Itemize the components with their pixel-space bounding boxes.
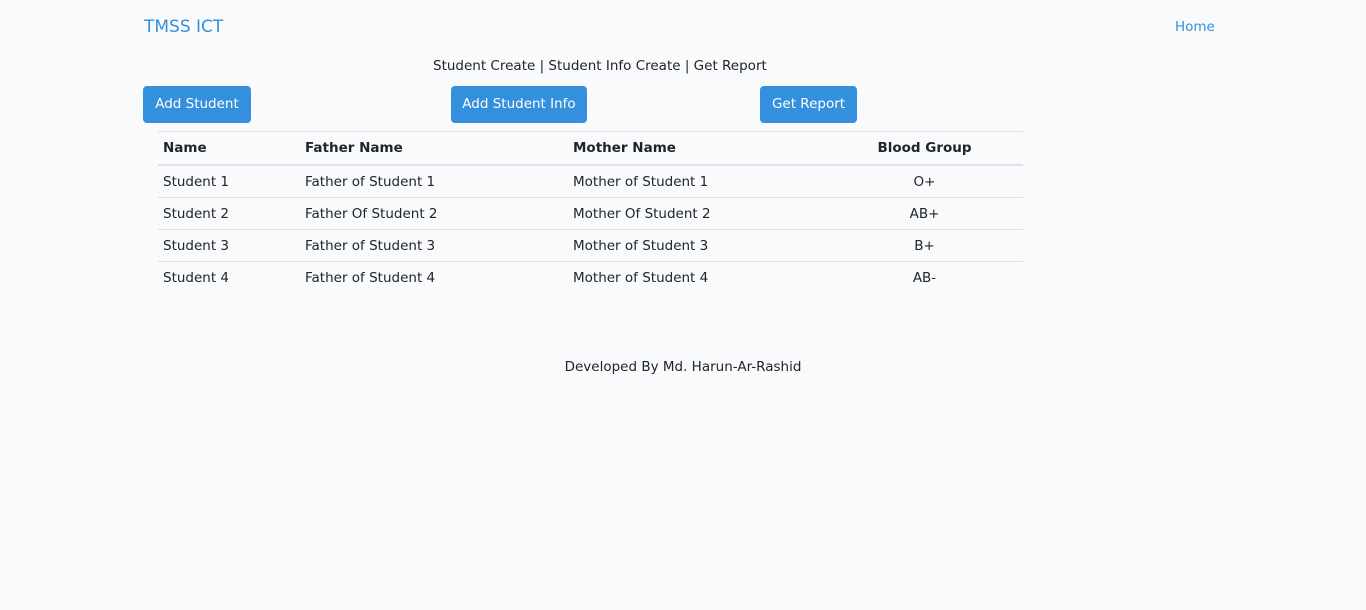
cell-name: Student 4 bbox=[158, 261, 300, 293]
brand-link[interactable]: TMSS ICT bbox=[144, 17, 223, 37]
home-link[interactable]: Home bbox=[1175, 19, 1215, 35]
add-student-button[interactable]: Add Student bbox=[143, 86, 251, 123]
header-mother-name: Mother Name bbox=[568, 131, 826, 166]
cell-mother-name: Mother of Student 4 bbox=[568, 261, 826, 293]
table-row: Student 3 Father of Student 3 Mother of … bbox=[158, 229, 1023, 262]
get-report-button[interactable]: Get Report bbox=[760, 86, 857, 123]
header-father-name: Father Name bbox=[300, 131, 568, 166]
footer-credit: Developed By Md. Harun-Ar-Rashid bbox=[564, 359, 802, 375]
navbar: TMSS ICT Home bbox=[0, 0, 1366, 56]
cell-father-name: Father Of Student 2 bbox=[300, 197, 568, 230]
cell-mother-name: Mother of Student 3 bbox=[568, 229, 826, 262]
cell-name: Student 3 bbox=[158, 229, 300, 262]
table-header-row: Name Father Name Mother Name Blood Group bbox=[158, 131, 1023, 166]
table-body: Student 1 Father of Student 1 Mother of … bbox=[158, 165, 1023, 293]
add-student-info-button[interactable]: Add Student Info bbox=[451, 86, 587, 123]
cell-blood-group: O+ bbox=[913, 173, 936, 190]
table-header: Name Father Name Mother Name Blood Group bbox=[158, 131, 1023, 166]
cell-blood-group: AB- bbox=[826, 261, 1023, 293]
cell-father-name: Father of Student 3 bbox=[300, 229, 568, 262]
header-blood-group: Blood Group bbox=[826, 131, 1023, 166]
cell-blood-group: AB+ bbox=[826, 197, 1023, 230]
table-row: Student 4 Father of Student 4 Mother of … bbox=[158, 261, 1023, 293]
table-row: Student 2 Father Of Student 2 Mother Of … bbox=[158, 197, 1023, 230]
header-name: Name bbox=[158, 131, 300, 166]
table-row: Student 1 Father of Student 1 Mother of … bbox=[158, 165, 1023, 198]
cell-father-name: Father of Student 1 bbox=[305, 173, 436, 190]
cell-mother-name: Mother of Student 1 bbox=[573, 173, 709, 190]
cell-father-name: Father of Student 4 bbox=[300, 261, 568, 293]
cell-blood-group: B+ bbox=[826, 229, 1023, 262]
cell-mother-name: Mother Of Student 2 bbox=[568, 197, 826, 230]
breadcrumb: Student Create | Student Info Create | G… bbox=[433, 58, 767, 74]
students-table: Name Father Name Mother Name Blood Group… bbox=[158, 131, 1023, 293]
cell-name: Student 2 bbox=[158, 197, 300, 230]
cell-name: Student 1 bbox=[163, 173, 230, 190]
